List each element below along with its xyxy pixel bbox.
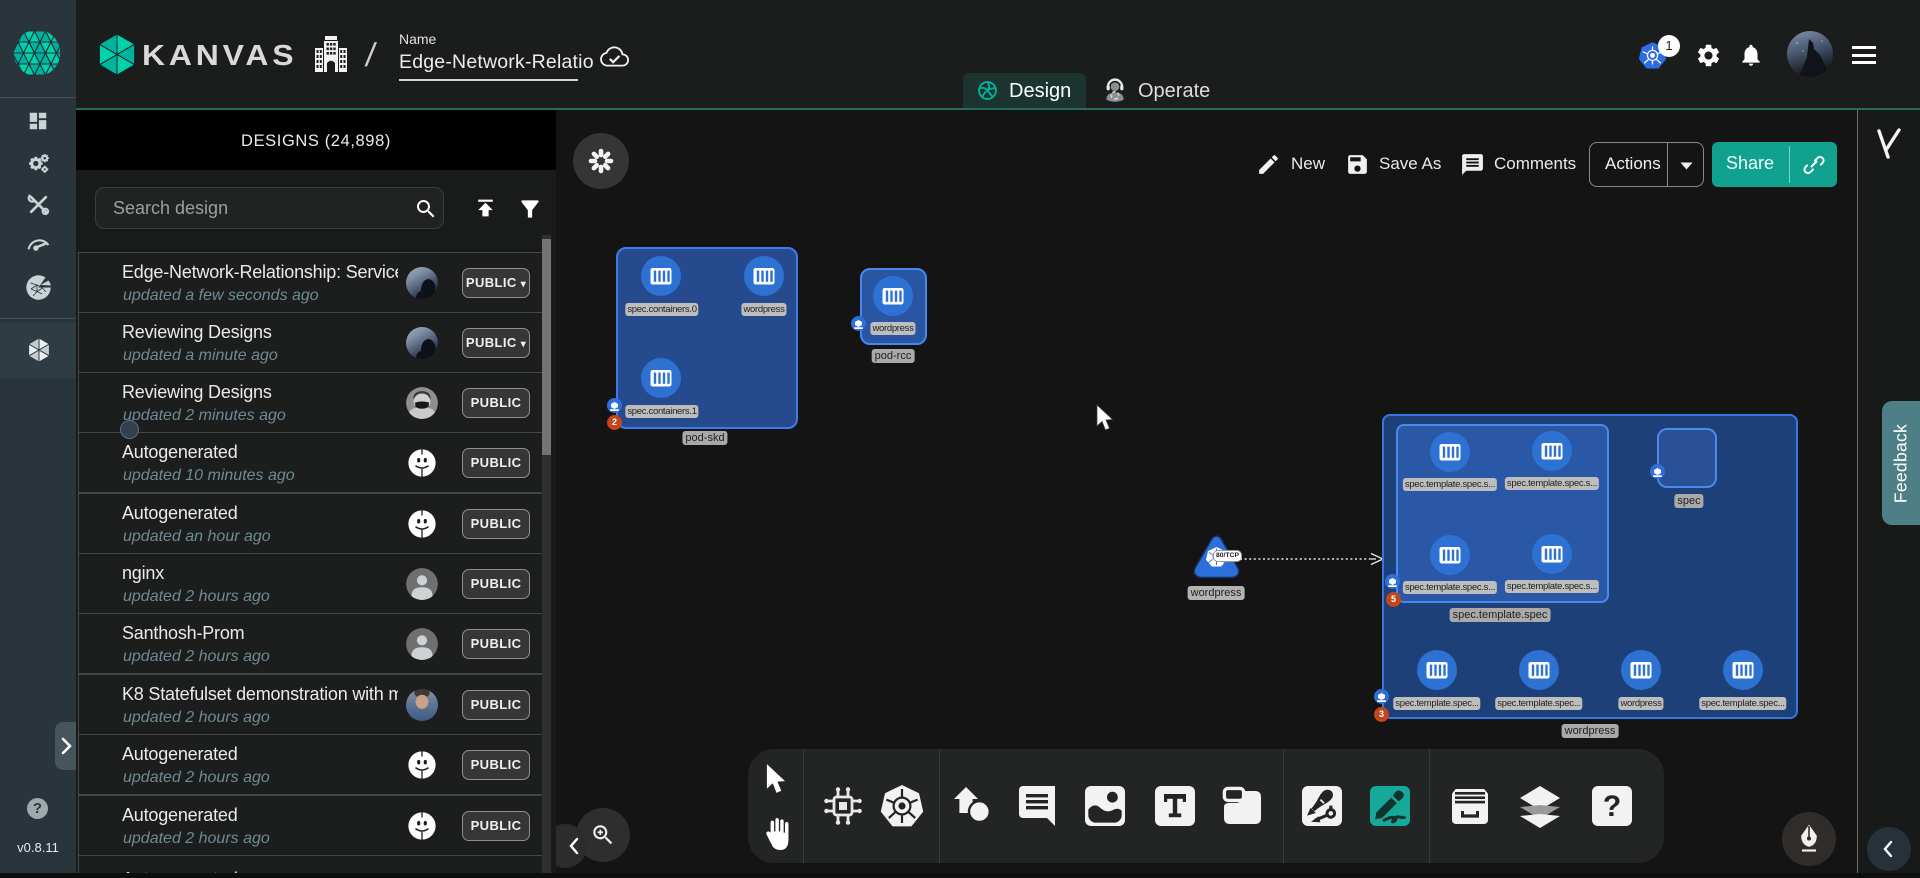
svg-text:?: ? — [1603, 790, 1621, 823]
